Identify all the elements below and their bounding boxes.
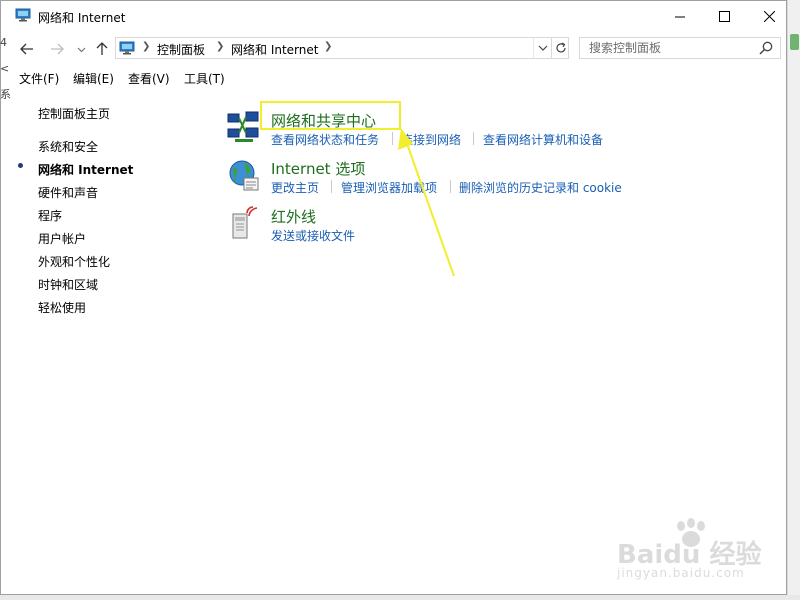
sidebar-item-clock-region[interactable]: 时钟和区域 [38, 276, 98, 293]
sidebar-item-appearance[interactable]: 外观和个性化 [38, 253, 110, 270]
title-bar[interactable]: 网络和 Internet [1, 1, 786, 32]
sidebar-item-user-accounts[interactable]: 用户帐户 [38, 230, 86, 247]
menu-edit[interactable]: 编辑(E) [73, 70, 114, 87]
active-item-bullet [18, 163, 23, 168]
maximize-icon [718, 11, 730, 22]
refresh-icon [556, 42, 566, 53]
menu-bar: 文件(F) 编辑(E) 查看(V) 工具(T) [1, 67, 786, 89]
close-icon [763, 11, 775, 22]
category-internet-options[interactable]: Internet 选项 [271, 158, 365, 179]
background-window-strip [787, 0, 800, 600]
link-send-receive-files[interactable]: 发送或接收文件 [271, 227, 355, 244]
sidebar-item-system-security[interactable]: 系统和安全 [38, 138, 98, 155]
search-box[interactable] [579, 37, 781, 59]
breadcrumb-separator-icon[interactable]: ❯ [324, 41, 332, 52]
breadcrumb-separator-icon[interactable]: ❯ [142, 41, 150, 52]
forward-button[interactable] [47, 39, 67, 59]
sidebar-control-panel-home[interactable]: 控制面板主页 [38, 105, 110, 122]
breadcrumb-network-internet[interactable]: 网络和 Internet [231, 41, 318, 58]
arrow-left-icon [20, 43, 33, 55]
annotation-highlight-box [260, 101, 401, 130]
search-icon[interactable] [758, 40, 774, 56]
arrow-up-icon [96, 42, 108, 55]
refresh-button[interactable] [551, 38, 570, 58]
link-view-network-status[interactable]: 查看网络状态和任务 [271, 131, 379, 148]
link-delete-browsing-history[interactable]: 删除浏览的历史记录和 cookie [459, 179, 622, 196]
address-dropdown-button[interactable] [533, 38, 552, 58]
close-button[interactable] [746, 1, 792, 32]
link-view-network-computers[interactable]: 查看网络计算机和设备 [483, 131, 603, 148]
sidebar-item-network-internet[interactable]: 网络和 Internet [38, 161, 133, 178]
arrow-right-icon [51, 43, 64, 55]
maximize-button[interactable] [701, 1, 747, 32]
baidu-watermark: Baidu 经验 jingyan.baidu.com [613, 518, 763, 588]
window-title: 网络和 Internet [38, 11, 126, 25]
search-input[interactable] [581, 39, 759, 57]
link-separator [473, 132, 474, 145]
breadcrumb-control-panel[interactable]: 控制面板 [157, 41, 205, 58]
menu-view[interactable]: 查看(V) [128, 70, 170, 87]
back-button[interactable] [17, 39, 37, 59]
minimize-icon [674, 16, 685, 18]
background-window-edge: 4 < 系 [0, 36, 11, 101]
menu-file[interactable]: 文件(F) [19, 70, 59, 87]
address-row: ❯ 控制面板 ❯ 网络和 Internet ❯ [1, 35, 786, 63]
chevron-down-icon [77, 47, 85, 52]
watermark-site: jingyan.baidu.com [617, 566, 745, 580]
menu-tools[interactable]: 工具(T) [184, 70, 225, 87]
annotation-arrow-icon [398, 128, 455, 277]
background-icon [790, 34, 799, 50]
chevron-down-icon [538, 45, 548, 51]
link-separator [331, 180, 332, 193]
control-panel-icon [15, 8, 31, 22]
link-change-home-page[interactable]: 更改主页 [271, 179, 319, 196]
category-infrared[interactable]: 红外线 [271, 206, 316, 227]
recent-locations-button[interactable] [71, 39, 91, 59]
breadcrumb-separator-icon[interactable]: ❯ [216, 41, 224, 52]
minimize-button[interactable] [657, 1, 703, 32]
address-bar[interactable]: ❯ 控制面板 ❯ 网络和 Internet ❯ [115, 37, 569, 59]
network-sharing-icon[interactable] [227, 109, 261, 143]
control-panel-window: 网络和 Internet ❯ 控制面板 ❯ 网络和 Internet ❯ 搜索控… [0, 0, 787, 595]
sidebar-item-ease-of-access[interactable]: 轻松使用 [38, 299, 86, 316]
infrared-icon[interactable] [227, 205, 261, 239]
background-bottom-strip [0, 595, 800, 600]
up-button[interactable] [92, 39, 112, 59]
sidebar-item-hardware-sound[interactable]: 硬件和声音 [38, 184, 98, 201]
control-panel-icon [119, 41, 135, 55]
internet-options-globe-icon[interactable] [227, 158, 261, 192]
sidebar-item-programs[interactable]: 程序 [38, 207, 62, 224]
